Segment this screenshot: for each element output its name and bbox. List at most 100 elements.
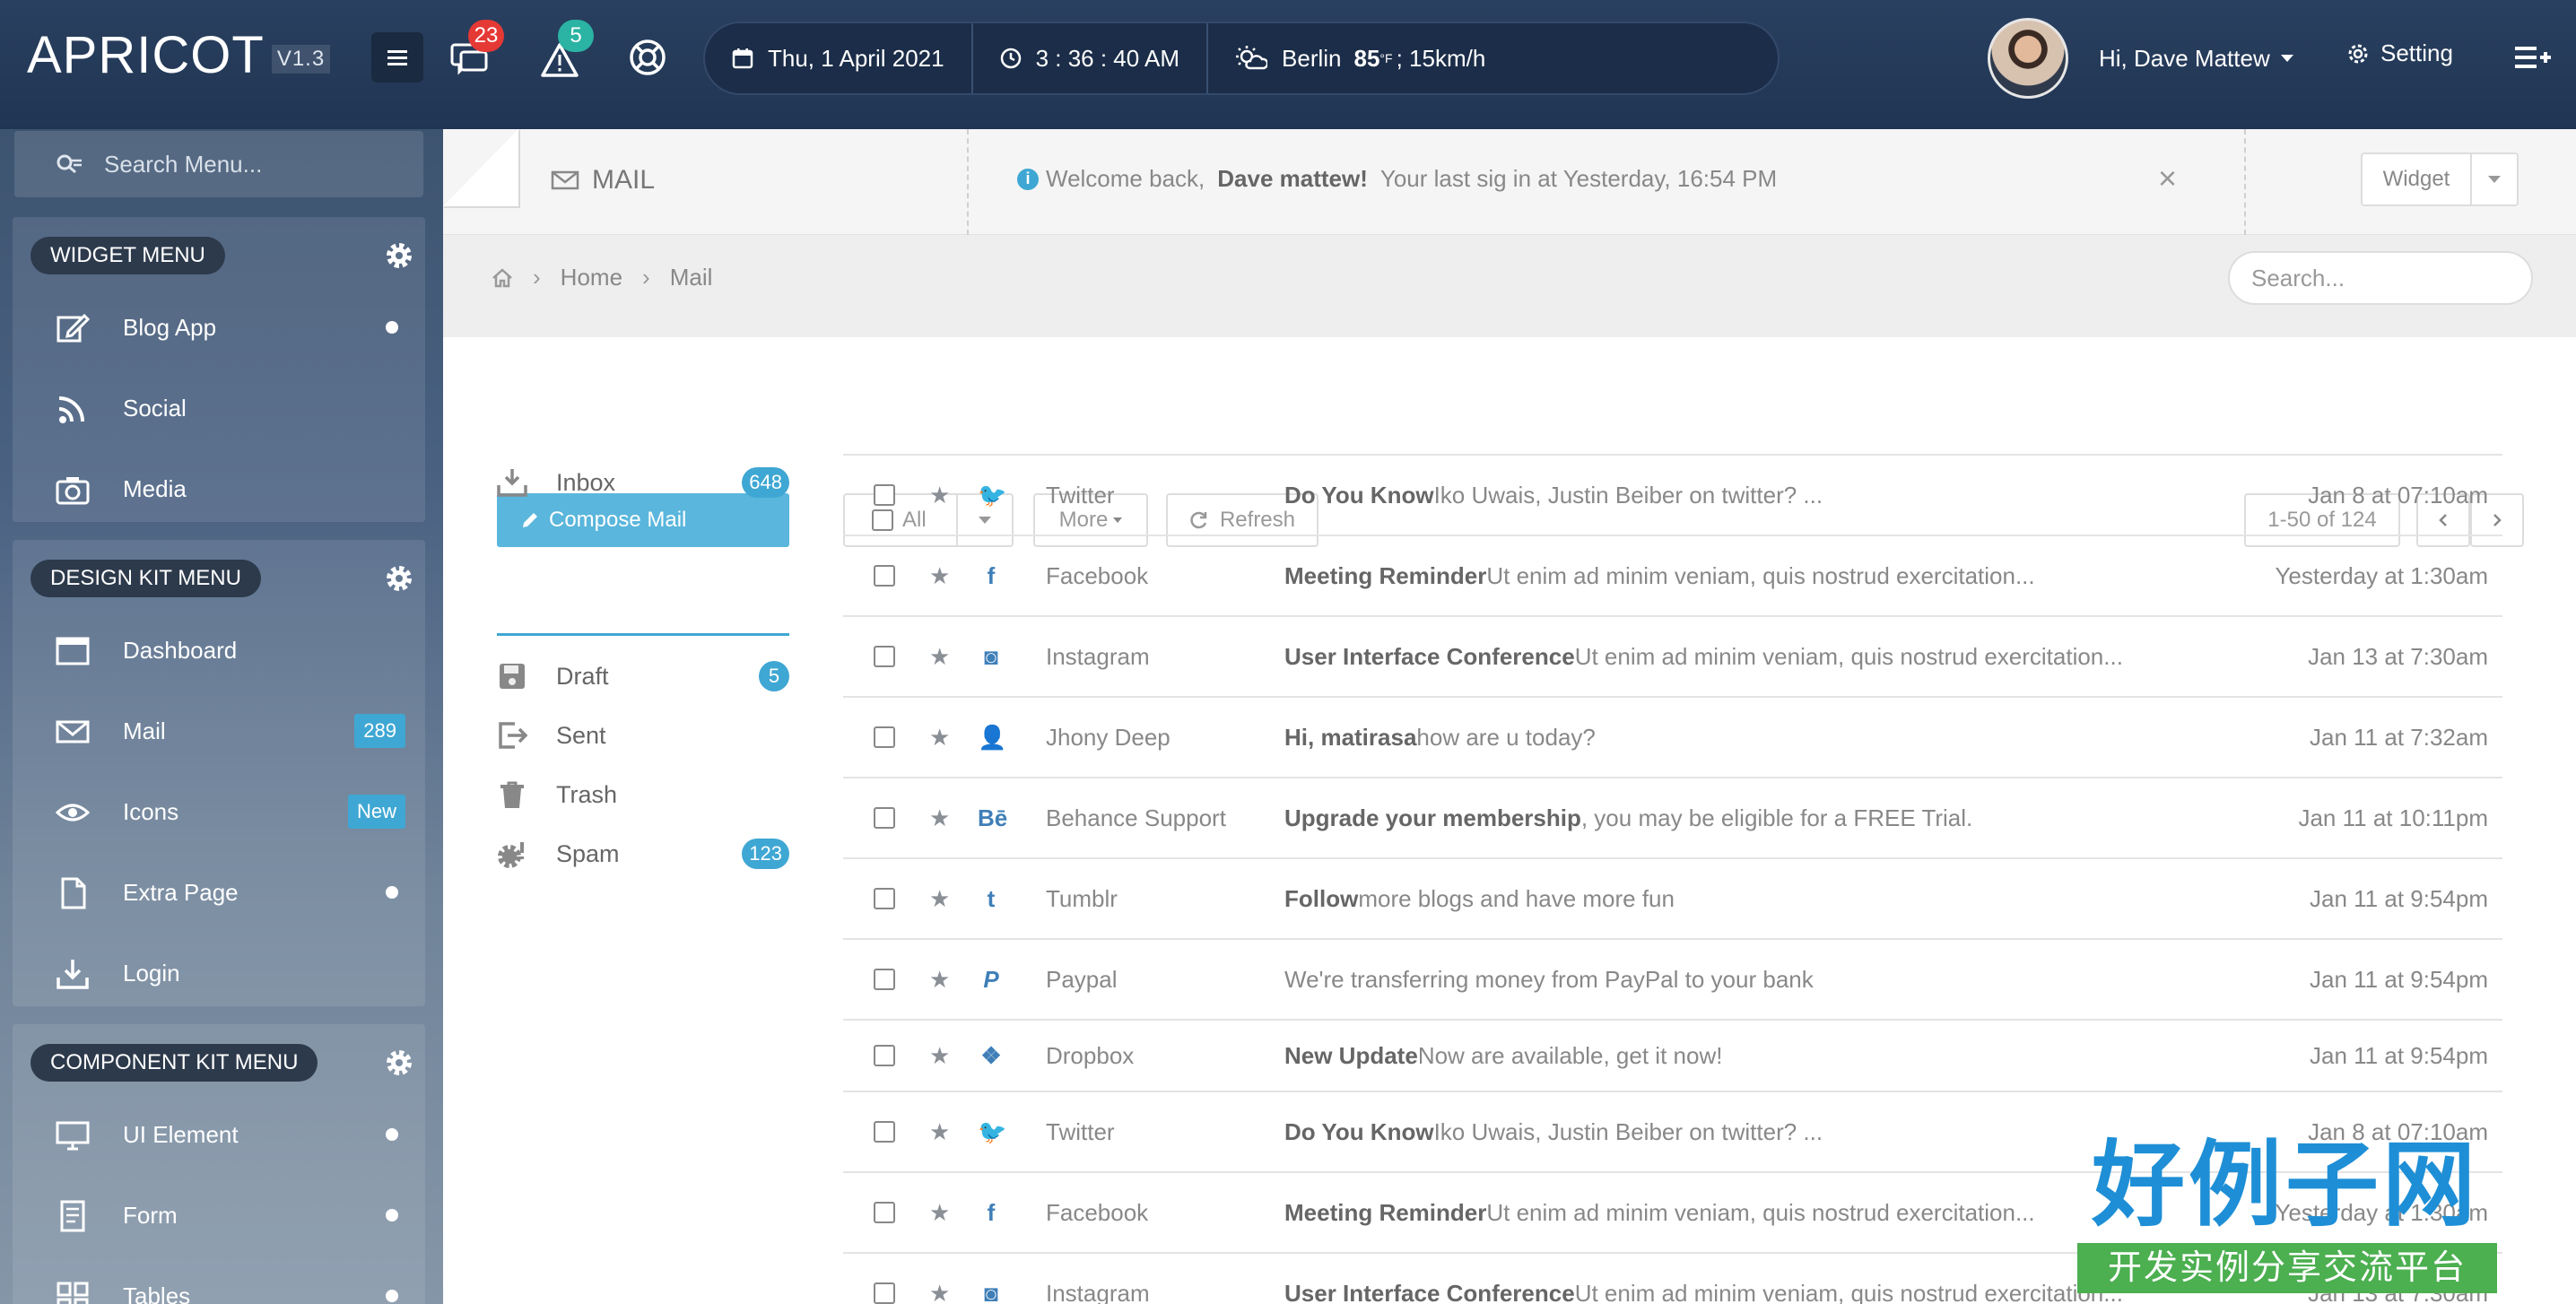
- messages-badge: 23: [468, 20, 504, 52]
- mail-row[interactable]: ★ ◙ Instagram User Interface ConferenceUt e…: [843, 617, 2502, 698]
- user-icon: 👤: [978, 723, 1007, 751]
- mail-subject: Meeting Reminder: [1284, 1198, 1487, 1226]
- sidebar-item-tables[interactable]: Tables: [13, 1256, 425, 1304]
- star-icon[interactable]: ★: [929, 482, 950, 509]
- user-menu[interactable]: Hi, Dave Mattew: [1988, 18, 2293, 99]
- mail-preview: how are u today?: [1416, 723, 1596, 751]
- grid-icon: [57, 1282, 89, 1304]
- row-checkbox[interactable]: [874, 1121, 895, 1143]
- mail-subject: Do You Know: [1284, 1117, 1434, 1145]
- lifebuoy-icon: [630, 39, 666, 75]
- star-icon[interactable]: ★: [929, 1042, 950, 1070]
- mail-row[interactable]: ★ Bē Behance Support Upgrade your membershi…: [843, 778, 2502, 859]
- app-logo[interactable]: APRICOT V1.3: [27, 25, 331, 85]
- row-checkbox[interactable]: [874, 888, 895, 909]
- sidebar-item-form[interactable]: Form: [13, 1175, 425, 1256]
- row-checkbox[interactable]: [874, 1045, 895, 1066]
- widget-button-label[interactable]: Widget: [2363, 154, 2472, 204]
- sidebar-item-media[interactable]: Media: [13, 448, 425, 529]
- sidebar-item-label: Icons: [123, 797, 179, 825]
- component-kit-menu-panel: COMPONENT KIT MENU UI Element Form Table…: [13, 1024, 425, 1304]
- star-icon[interactable]: ★: [929, 804, 950, 832]
- breadcrumb-current: Mail: [669, 264, 713, 291]
- folder-draft[interactable]: Draft 5: [497, 649, 789, 703]
- mail-row[interactable]: ★ ❖ Dropbox New UpdateNow are available, ge…: [843, 1021, 2502, 1092]
- watermark-title: 好例子网: [2091, 1134, 2479, 1238]
- support-button[interactable]: [628, 38, 667, 77]
- sidebar-item-social[interactable]: Social: [13, 368, 425, 448]
- avatar[interactable]: [1988, 18, 2068, 99]
- breadcrumb-home[interactable]: Home: [561, 264, 622, 291]
- mail-row[interactable]: ★ 👤 Jhony Deep Hi, matirasahow are u today?…: [843, 698, 2502, 778]
- inbox-count-badge: 648: [742, 467, 789, 498]
- row-checkbox[interactable]: [874, 726, 895, 748]
- chevron-down-icon: [2280, 55, 2293, 62]
- row-checkbox[interactable]: [874, 807, 895, 829]
- folder-label: Inbox: [556, 468, 616, 496]
- sidebar-item-extra-page[interactable]: Extra Page: [13, 852, 425, 933]
- sidebar-item-label: Mail: [123, 717, 166, 744]
- row-checkbox[interactable]: [874, 565, 895, 587]
- sidebar: Search Menu... WIDGET MENU Blog App Soci…: [0, 129, 443, 1304]
- star-icon[interactable]: ★: [929, 1118, 950, 1146]
- mail-sender: Paypal: [1046, 965, 1118, 993]
- mail-date: Jan 8 at 07:10am: [2308, 481, 2488, 509]
- right-panel-button[interactable]: [2513, 38, 2553, 77]
- row-checkbox[interactable]: [874, 1202, 895, 1223]
- home-icon[interactable]: [492, 267, 513, 288]
- widget-caret[interactable]: [2472, 154, 2517, 204]
- temperature-unit: °F: [1379, 51, 1393, 65]
- gear-icon[interactable]: [384, 563, 414, 594]
- row-checkbox[interactable]: [874, 969, 895, 990]
- sidebar-search-input[interactable]: Search Menu...: [14, 131, 423, 197]
- row-checkbox[interactable]: [874, 1282, 895, 1304]
- alerts-button[interactable]: 5: [540, 20, 594, 81]
- gear-icon[interactable]: [384, 240, 414, 271]
- breadcrumb-separator: ›: [642, 264, 650, 291]
- mail-row[interactable]: ★ f Facebook Meeting ReminderUt enim ad min…: [843, 536, 2502, 617]
- sidebar-item-blog-app[interactable]: Blog App: [13, 287, 425, 368]
- sidebar-item-mail[interactable]: Mail 289: [13, 691, 425, 771]
- watermark-subtitle: 开发实例分享交流平台: [2077, 1243, 2497, 1293]
- mail-row[interactable]: ★ 🐦 Twitter Do You KnowIko Uwais, Justin Be…: [843, 456, 2502, 536]
- design-kit-menu-panel: DESIGN KIT MENU Dashboard Mail 289 Icons…: [13, 540, 425, 1006]
- widget-dropdown[interactable]: Widget: [2361, 152, 2519, 206]
- star-icon[interactable]: ★: [929, 643, 950, 671]
- close-icon[interactable]: ×: [2158, 160, 2177, 197]
- setting-button[interactable]: Setting: [2346, 39, 2453, 67]
- gear-icon[interactable]: [384, 1048, 414, 1078]
- star-icon[interactable]: ★: [929, 562, 950, 590]
- user-greeting: Hi, Dave Mattew: [2099, 44, 2270, 72]
- star-icon[interactable]: ★: [929, 1280, 950, 1304]
- mail-row[interactable]: ★ t Tumblr Followmore blogs and have more f…: [843, 859, 2502, 940]
- folder-inbox[interactable]: Inbox 648: [497, 456, 789, 509]
- search-input[interactable]: Search...: [2228, 251, 2533, 305]
- sidebar-item-ui-element[interactable]: UI Element: [13, 1094, 425, 1175]
- tumblr-icon: t: [987, 884, 996, 912]
- monitor-icon: [56, 1121, 90, 1151]
- status-dot: [386, 886, 398, 899]
- sidebar-toggle-button[interactable]: [371, 32, 423, 83]
- messages-button[interactable]: 23: [448, 20, 504, 81]
- star-icon[interactable]: ★: [929, 724, 950, 752]
- download-icon: [57, 960, 89, 989]
- compose-label: Compose Mail: [549, 508, 687, 532]
- folder-spam[interactable]: Spam 123: [497, 827, 789, 881]
- mail-row[interactable]: ★ P Paypal We're transferring money from Pa…: [843, 940, 2502, 1021]
- eye-icon: [56, 804, 90, 822]
- file-icon: [61, 877, 86, 909]
- folder-sent[interactable]: Sent: [497, 709, 789, 762]
- sidebar-item-dashboard[interactable]: Dashboard: [13, 610, 425, 691]
- row-checkbox[interactable]: [874, 484, 895, 506]
- weather-icon: [1236, 46, 1268, 70]
- mail-date: Yesterday at 1:30am: [2275, 561, 2488, 589]
- row-checkbox[interactable]: [874, 646, 895, 667]
- sidebar-item-login[interactable]: Login: [13, 933, 425, 1013]
- form-icon: [60, 1200, 85, 1232]
- search-icon: [57, 154, 82, 174]
- star-icon[interactable]: ★: [929, 885, 950, 913]
- sidebar-item-icons[interactable]: Icons New: [13, 771, 425, 852]
- star-icon[interactable]: ★: [929, 966, 950, 994]
- folder-trash[interactable]: Trash: [497, 768, 789, 822]
- star-icon[interactable]: ★: [929, 1199, 950, 1227]
